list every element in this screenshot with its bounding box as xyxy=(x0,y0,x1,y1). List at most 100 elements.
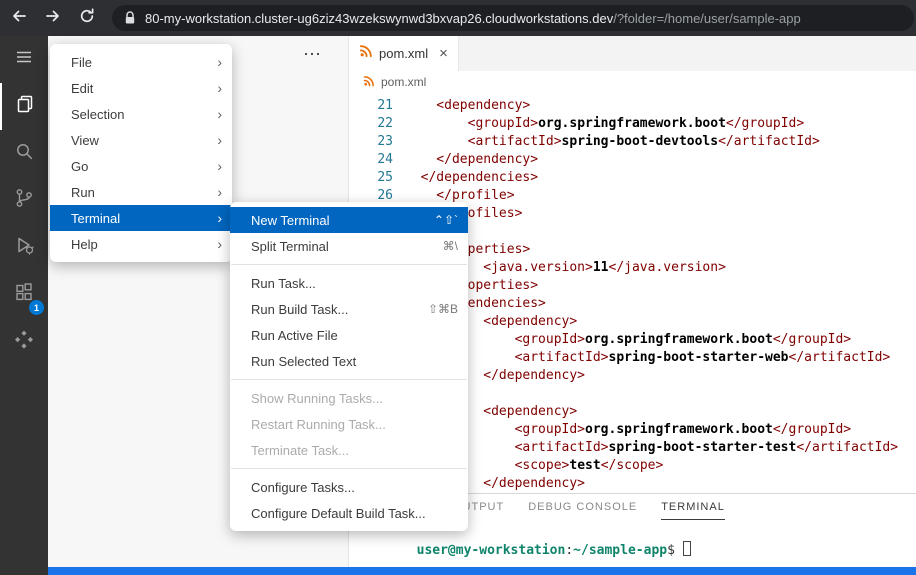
breadcrumb[interactable]: pom.xml xyxy=(349,71,916,93)
menu-item-run-selected-text[interactable]: Run Selected Text xyxy=(230,348,468,374)
terminal-separator: : xyxy=(565,543,573,558)
more-actions-button[interactable]: ⋯ xyxy=(303,44,322,65)
line-number: 21 xyxy=(349,97,393,115)
code-line: <dependency> xyxy=(405,313,916,331)
code-line: </dependency> xyxy=(405,367,916,385)
menu-item-view[interactable]: View› xyxy=(50,127,232,153)
menu-item-label: Show Running Tasks... xyxy=(251,391,458,406)
menu-item-run[interactable]: Run › xyxy=(50,179,232,205)
lock-icon xyxy=(124,11,136,25)
search-button[interactable] xyxy=(0,130,48,177)
activity-bar: 1 xyxy=(0,36,48,575)
code-line: </dependencies> xyxy=(405,169,916,187)
chevron-right-icon: › xyxy=(217,210,222,226)
git-branch-icon xyxy=(13,187,35,214)
chevron-right-icon: › xyxy=(217,54,222,70)
hamburger-menu-icon xyxy=(14,47,34,72)
source-control-button[interactable] xyxy=(0,177,48,224)
address-bar[interactable]: 80-my-workstation.cluster-ug6ziz43wzeksw… xyxy=(112,5,914,31)
menu-item-label: Terminate Task... xyxy=(251,443,458,458)
code-line: </properties> xyxy=(405,277,916,295)
line-number: 25 xyxy=(349,169,393,187)
code-line: <java.version>11</java.version> xyxy=(405,259,916,277)
extensions-button[interactable]: 1 xyxy=(0,271,48,318)
chevron-right-icon: › xyxy=(217,184,222,200)
menu-item-label: New Terminal xyxy=(251,213,410,228)
url-path: /?folder=/home/user/sample-app xyxy=(613,11,801,26)
refresh-icon xyxy=(77,6,97,31)
forward-arrow-icon xyxy=(43,6,63,31)
terminal[interactable]: user@my-workstation:~/sample-app$ xyxy=(354,526,691,573)
menu-item-terminal[interactable]: Terminal › xyxy=(50,205,232,231)
menu-item-label: Run Task... xyxy=(251,276,458,291)
breadcrumb-item: pom.xml xyxy=(381,75,426,89)
menu-item-edit[interactable]: Edit› xyxy=(50,75,232,101)
code-line xyxy=(405,223,916,241)
browser-refresh-button[interactable] xyxy=(72,3,102,33)
chevron-right-icon: › xyxy=(217,158,222,174)
code-line: <groupId>org.springframework.boot</group… xyxy=(405,115,916,133)
menu-button[interactable] xyxy=(0,36,48,83)
code-line: <scope>test</scope> xyxy=(405,457,916,475)
menu-item-label: Split Terminal xyxy=(251,239,419,254)
cloud-code-button[interactable] xyxy=(0,318,48,365)
menu-separator xyxy=(231,379,467,380)
code-line xyxy=(405,385,916,403)
menu-item-label: Run Build Task... xyxy=(251,302,404,317)
menu-item-shortcut: ⇧⌘B xyxy=(428,302,458,316)
menu-item-configure-default-build-task[interactable]: Configure Default Build Task... xyxy=(230,500,468,526)
code-line: </profile> xyxy=(405,187,916,205)
menu-item-configure-tasks[interactable]: Configure Tasks... xyxy=(230,474,468,500)
code-area: <dependency> <groupId>org.springframewor… xyxy=(405,97,916,493)
close-icon[interactable]: × xyxy=(439,46,448,61)
menu-item-label: Help xyxy=(71,237,205,252)
status-bar xyxy=(48,567,916,575)
code-line: <groupId>org.springframework.boot</group… xyxy=(405,331,916,349)
code-line: <properties> xyxy=(405,241,916,259)
menu-item-label: Run Active File xyxy=(251,328,458,343)
menu-item-shortcut: ⌘\ xyxy=(443,239,458,253)
menu-item-new-terminal[interactable]: New Terminal ⌃⇧` xyxy=(230,207,468,233)
code-line: <groupId>org.springframework.boot</group… xyxy=(405,421,916,439)
chevron-right-icon: › xyxy=(217,236,222,252)
menu-item-label: Restart Running Task... xyxy=(251,417,458,432)
panel-tab-debug-console[interactable]: DEBUG CONSOLE xyxy=(528,494,637,520)
menu-item-terminate-task: Terminate Task... xyxy=(230,437,468,463)
menu-item-label: Run xyxy=(71,185,205,200)
code-line: <artifactId>spring-boot-devtools</artifa… xyxy=(405,133,916,151)
terminal-cursor xyxy=(683,541,691,556)
menu-item-go[interactable]: Go› xyxy=(50,153,232,179)
menu-item-label: File xyxy=(71,55,205,70)
panel-tab-terminal[interactable]: TERMINAL xyxy=(661,494,725,520)
menu-item-run-task[interactable]: Run Task... xyxy=(230,270,468,296)
browser-toolbar: 80-my-workstation.cluster-ug6ziz43wzeksw… xyxy=(0,0,916,36)
menu-item-label: Configure Default Build Task... xyxy=(251,506,458,521)
tab-label: pom.xml xyxy=(379,46,428,61)
code-line: <dependencies> xyxy=(405,295,916,313)
menu-item-run-active-file[interactable]: Run Active File xyxy=(230,322,468,348)
app-menu-dropdown: File›Edit›Selection›View›Go›Run›Terminal… xyxy=(50,44,232,262)
code-line: </dependency> xyxy=(405,151,916,169)
menu-item-file[interactable]: File › xyxy=(50,49,232,75)
browser-forward-button[interactable] xyxy=(38,3,68,33)
terminal-cwd: ~/sample-app xyxy=(573,543,667,558)
menu-item-run-build-task[interactable]: Run Build Task... ⇧⌘B xyxy=(230,296,468,322)
run-debug-icon xyxy=(13,234,35,261)
menu-item-shortcut: ⌃⇧` xyxy=(434,213,458,227)
editor-tabbar: pom.xml × xyxy=(349,36,916,71)
code-line: <artifactId>spring-boot-starter-web</art… xyxy=(405,349,916,367)
screen: 80-my-workstation.cluster-ug6ziz43wzeksw… xyxy=(0,0,916,575)
browser-back-button[interactable] xyxy=(4,3,34,33)
run-debug-button[interactable] xyxy=(0,224,48,271)
menu-item-split-terminal[interactable]: Split Terminal ⌘\ xyxy=(230,233,468,259)
explorer-button[interactable] xyxy=(0,83,48,130)
menu-item-help[interactable]: Help › xyxy=(50,231,232,257)
line-number: 22 xyxy=(349,115,393,133)
menu-item-label: Edit xyxy=(71,81,205,96)
menu-item-label: Run Selected Text xyxy=(251,354,458,369)
menu-item-selection[interactable]: Selection› xyxy=(50,101,232,127)
tab-pom-xml[interactable]: pom.xml × xyxy=(349,36,459,71)
line-number: 23 xyxy=(349,133,393,151)
menu-item-label: Terminal xyxy=(71,211,205,226)
xml-feed-icon xyxy=(359,44,373,63)
